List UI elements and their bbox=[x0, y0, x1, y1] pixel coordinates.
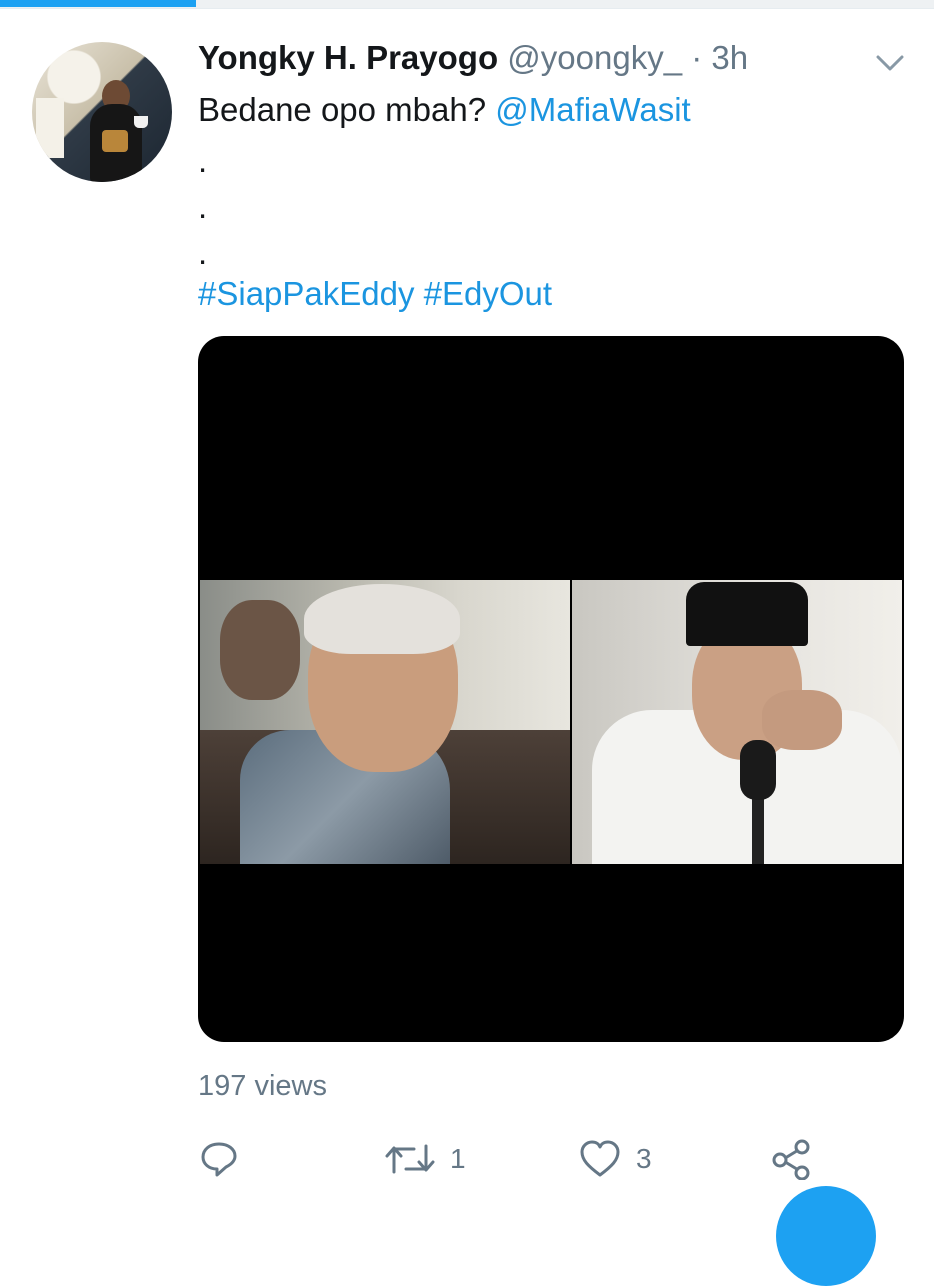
video-frame-right bbox=[572, 580, 902, 864]
chevron-down-icon[interactable] bbox=[872, 48, 908, 78]
top-progress-track bbox=[0, 0, 934, 9]
share-button[interactable] bbox=[770, 1134, 812, 1184]
author-name[interactable]: Yongky H. Prayogo bbox=[198, 39, 498, 76]
view-count: 197 views bbox=[198, 1070, 327, 1102]
dot-line-3: . bbox=[198, 234, 208, 271]
heart-icon bbox=[578, 1138, 622, 1180]
retweet-button[interactable]: 1 bbox=[384, 1134, 466, 1184]
retweet-icon bbox=[384, 1138, 436, 1180]
compose-button[interactable] bbox=[776, 1186, 876, 1286]
author-handle[interactable]: @yoongky_ bbox=[507, 39, 682, 76]
progress-bar bbox=[0, 0, 197, 7]
timestamp[interactable]: 3h bbox=[711, 39, 748, 76]
hashtag-siappakeddy[interactable]: #SiapPakEddy bbox=[198, 275, 414, 312]
hashtag-edyout[interactable]: #EdyOut bbox=[424, 275, 552, 312]
tweet-body: Bedane opo mbah? bbox=[198, 91, 487, 128]
tweet-text: Bedane opo mbah? @MafiaWasit bbox=[198, 88, 691, 132]
separator: · bbox=[691, 39, 703, 76]
tweet-actions: 1 3 bbox=[198, 1134, 904, 1184]
avatar[interactable] bbox=[32, 42, 172, 182]
like-count: 3 bbox=[636, 1143, 652, 1174]
video-frame-left bbox=[200, 580, 570, 864]
reply-icon bbox=[198, 1138, 240, 1180]
reply-button[interactable] bbox=[198, 1134, 254, 1184]
retweet-count: 1 bbox=[450, 1143, 466, 1174]
mention-link[interactable]: @MafiaWasit bbox=[495, 91, 690, 128]
share-icon bbox=[770, 1138, 812, 1180]
like-button[interactable]: 3 bbox=[578, 1134, 652, 1184]
dot-line-2: . bbox=[198, 188, 208, 225]
tweet-header: Yongky H. Prayogo @yoongky_ · 3h bbox=[198, 36, 748, 80]
video-player[interactable] bbox=[198, 336, 904, 1042]
hashtags: #SiapPakEddy #EdyOut bbox=[198, 272, 552, 316]
dot-line-1: . bbox=[198, 142, 208, 179]
